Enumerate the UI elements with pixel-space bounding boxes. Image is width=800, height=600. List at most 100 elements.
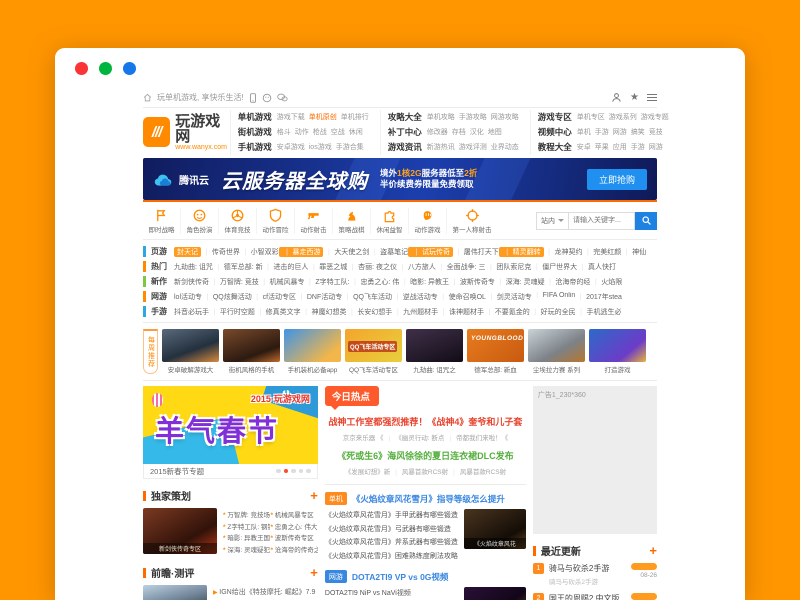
game-link[interactable]: 暴走西游 [279,247,324,257]
nav-link[interactable]: 网游 [613,127,627,137]
game-link[interactable]: 修真类文字 [255,307,301,317]
game-link[interactable]: 诛神题材手 [438,307,484,317]
nav-group-title[interactable]: 教程大全 [538,141,572,153]
game-thumbnail[interactable] [284,329,341,362]
menu-icon[interactable] [647,92,657,103]
game-link[interactable]: 完美红颜 [582,247,621,257]
game-link[interactable]: 九州题材手 [392,307,438,317]
weekly-thumb[interactable]: 街机风格的手机 [223,329,280,374]
nav-group-title[interactable]: 游戏专区 [538,111,572,123]
qq-icon[interactable] [262,93,272,103]
weekly-thumb[interactable]: 尘埃拉力赛 系列 [528,329,585,374]
game-link[interactable]: 试玩传奇 [408,247,453,257]
category-strategy[interactable]: 策略战棋 [333,208,371,234]
game-thumbnail[interactable] [223,329,280,362]
game-link[interactable]: 忠勇之心: 伟 [350,277,400,287]
fire-emblem-thumbnail[interactable]: 《火焰纹章风花 [464,509,526,549]
search-input[interactable] [569,212,635,230]
download-pill[interactable] [631,593,657,600]
nav-link[interactable]: 动作 [295,127,309,137]
nav-link[interactable]: 搞笑 [631,127,645,137]
nav-link[interactable]: 网游 [649,142,663,152]
game-link[interactable]: 2017年stea [575,292,622,302]
article-link[interactable]: 《火焰纹章风花雪月》斧系武器有哪些锻造 [325,536,458,550]
carousel-dot[interactable] [276,469,281,474]
category-rpg[interactable]: 角色扮演 [181,208,219,234]
nav-link[interactable]: 空战 [331,127,345,137]
game-link[interactable]: 暗影: 异教王 [399,277,449,287]
weekly-thumb[interactable]: QQ飞车活动专区QQ飞车活动专区 [345,329,402,374]
nav-link[interactable]: 手游 [595,127,609,137]
game-link[interactable]: 封天记 [174,247,201,257]
game-link[interactable]: 屠伟打天下 [453,247,499,257]
nav-link[interactable]: 休闲 [349,127,363,137]
game-link[interactable]: 罪恶之城 [308,262,347,272]
nav-link[interactable]: 游戏专题 [641,112,669,122]
download-pill[interactable] [631,563,657,570]
search-button[interactable] [635,212,657,230]
dota-thumbnail[interactable] [464,587,526,600]
game-thumbnail[interactable] [589,329,646,362]
nav-link[interactable]: 枪战 [313,127,327,137]
category-fps[interactable]: 第一人称射击 [447,208,497,234]
game-link[interactable]: 进击的巨人 [263,262,309,272]
nav-group-title[interactable]: 游戏资讯 [388,141,422,153]
nav-link[interactable]: 修改器 [427,127,448,137]
nav-group-title[interactable]: 手机游戏 [238,141,272,153]
game-link[interactable]: 使命召唤OL [438,292,486,302]
nav-link[interactable]: 苹果 [595,142,609,152]
nav-link[interactable]: 应用 [613,142,627,152]
nav-link[interactable]: 单机攻略 [427,112,455,122]
exclusive-link[interactable]: 万智牌: 竞技场 [223,510,270,522]
carousel-dot[interactable] [291,469,296,474]
hot-sublink[interactable]: 《发展幻想》新 [345,466,391,476]
carousel-dot[interactable] [284,469,289,474]
recent-item[interactable]: 2 国王的恩赐2 中文版 国王的恩赐2 中文版 08-26 [533,593,657,600]
favorite-star-icon[interactable]: ★ [630,93,639,103]
article-link[interactable]: DOTA2TI9 NiP vs NaVi视频 [325,587,458,600]
nav-link[interactable]: 游戏评测 [459,142,487,152]
hot-sublink[interactable]: 帝都我们来啦！《 [444,432,508,442]
nav-link[interactable]: 网游攻略 [491,112,519,122]
game-link[interactable]: 僵尸世界大 [531,262,577,272]
game-link[interactable]: 精灵翻转 [499,247,544,257]
row-label[interactable]: 手游 [143,306,167,317]
nav-link[interactable]: 手游 [631,142,645,152]
preview-thumbnail[interactable] [143,585,207,600]
recent-title[interactable]: 骑马与砍杀2手游 [549,563,629,574]
nav-group-title[interactable]: 街机游戏 [238,126,272,138]
banner-promo-line1-segment[interactable]: 2折 [464,168,477,178]
window-close-button[interactable] [75,62,88,75]
article-link[interactable]: 《火焰纹章风花雪月》手甲武器有哪些锻造 [325,509,458,523]
game-link[interactable]: QQ炫舞活动 [202,292,252,302]
nav-link[interactable]: 新游热讯 [427,142,455,152]
nav-group-title[interactable]: 攻略大全 [388,111,422,123]
exclusive-link[interactable]: 波斯传奇专区 [270,533,317,545]
nav-link[interactable]: 地图 [488,127,502,137]
game-link[interactable]: 全面战争: 三 [436,262,486,272]
hot-sublink[interactable]: 风暴首款RCS射 [390,466,448,476]
game-link[interactable]: 抖音必玩手 [174,307,209,317]
plus-icon[interactable]: + [310,568,318,578]
weekly-thumb[interactable]: 手机装机必备app [284,329,341,374]
nav-link[interactable]: 单机 [577,127,591,137]
game-thumbnail[interactable]: QQ飞车活动专区 [345,329,402,362]
game-link[interactable]: 九劫曲: 诅咒 [174,262,213,272]
game-link[interactable]: 万智牌: 竞技 [209,277,259,287]
game-thumbnail[interactable] [406,329,463,362]
game-link[interactable]: QQ飞车活动 [342,292,392,302]
window-minimize-button[interactable] [99,62,112,75]
carousel-dot[interactable] [299,469,304,474]
nav-link[interactable]: 安卓游戏 [277,142,305,152]
category-rts[interactable]: 即时战略 [143,208,181,234]
game-link[interactable]: 手机逃生必 [576,307,622,317]
game-link[interactable]: 传奇世界 [201,247,240,257]
exclusive-link[interactable]: 深海: 灵魂疑犯 [223,545,270,557]
game-link[interactable]: 好玩的全民 [530,307,576,317]
weekly-thumb[interactable]: 安卓破解游戏大 [162,329,219,374]
weekly-thumb[interactable]: 九劫曲: 诅咒之 [406,329,463,374]
wechat-icon[interactable] [277,93,288,102]
nav-link[interactable]: 安卓 [577,142,591,152]
carousel-caption[interactable]: 2015新春节专题 [150,466,204,477]
category-action[interactable]: 动作游戏 [409,208,447,234]
